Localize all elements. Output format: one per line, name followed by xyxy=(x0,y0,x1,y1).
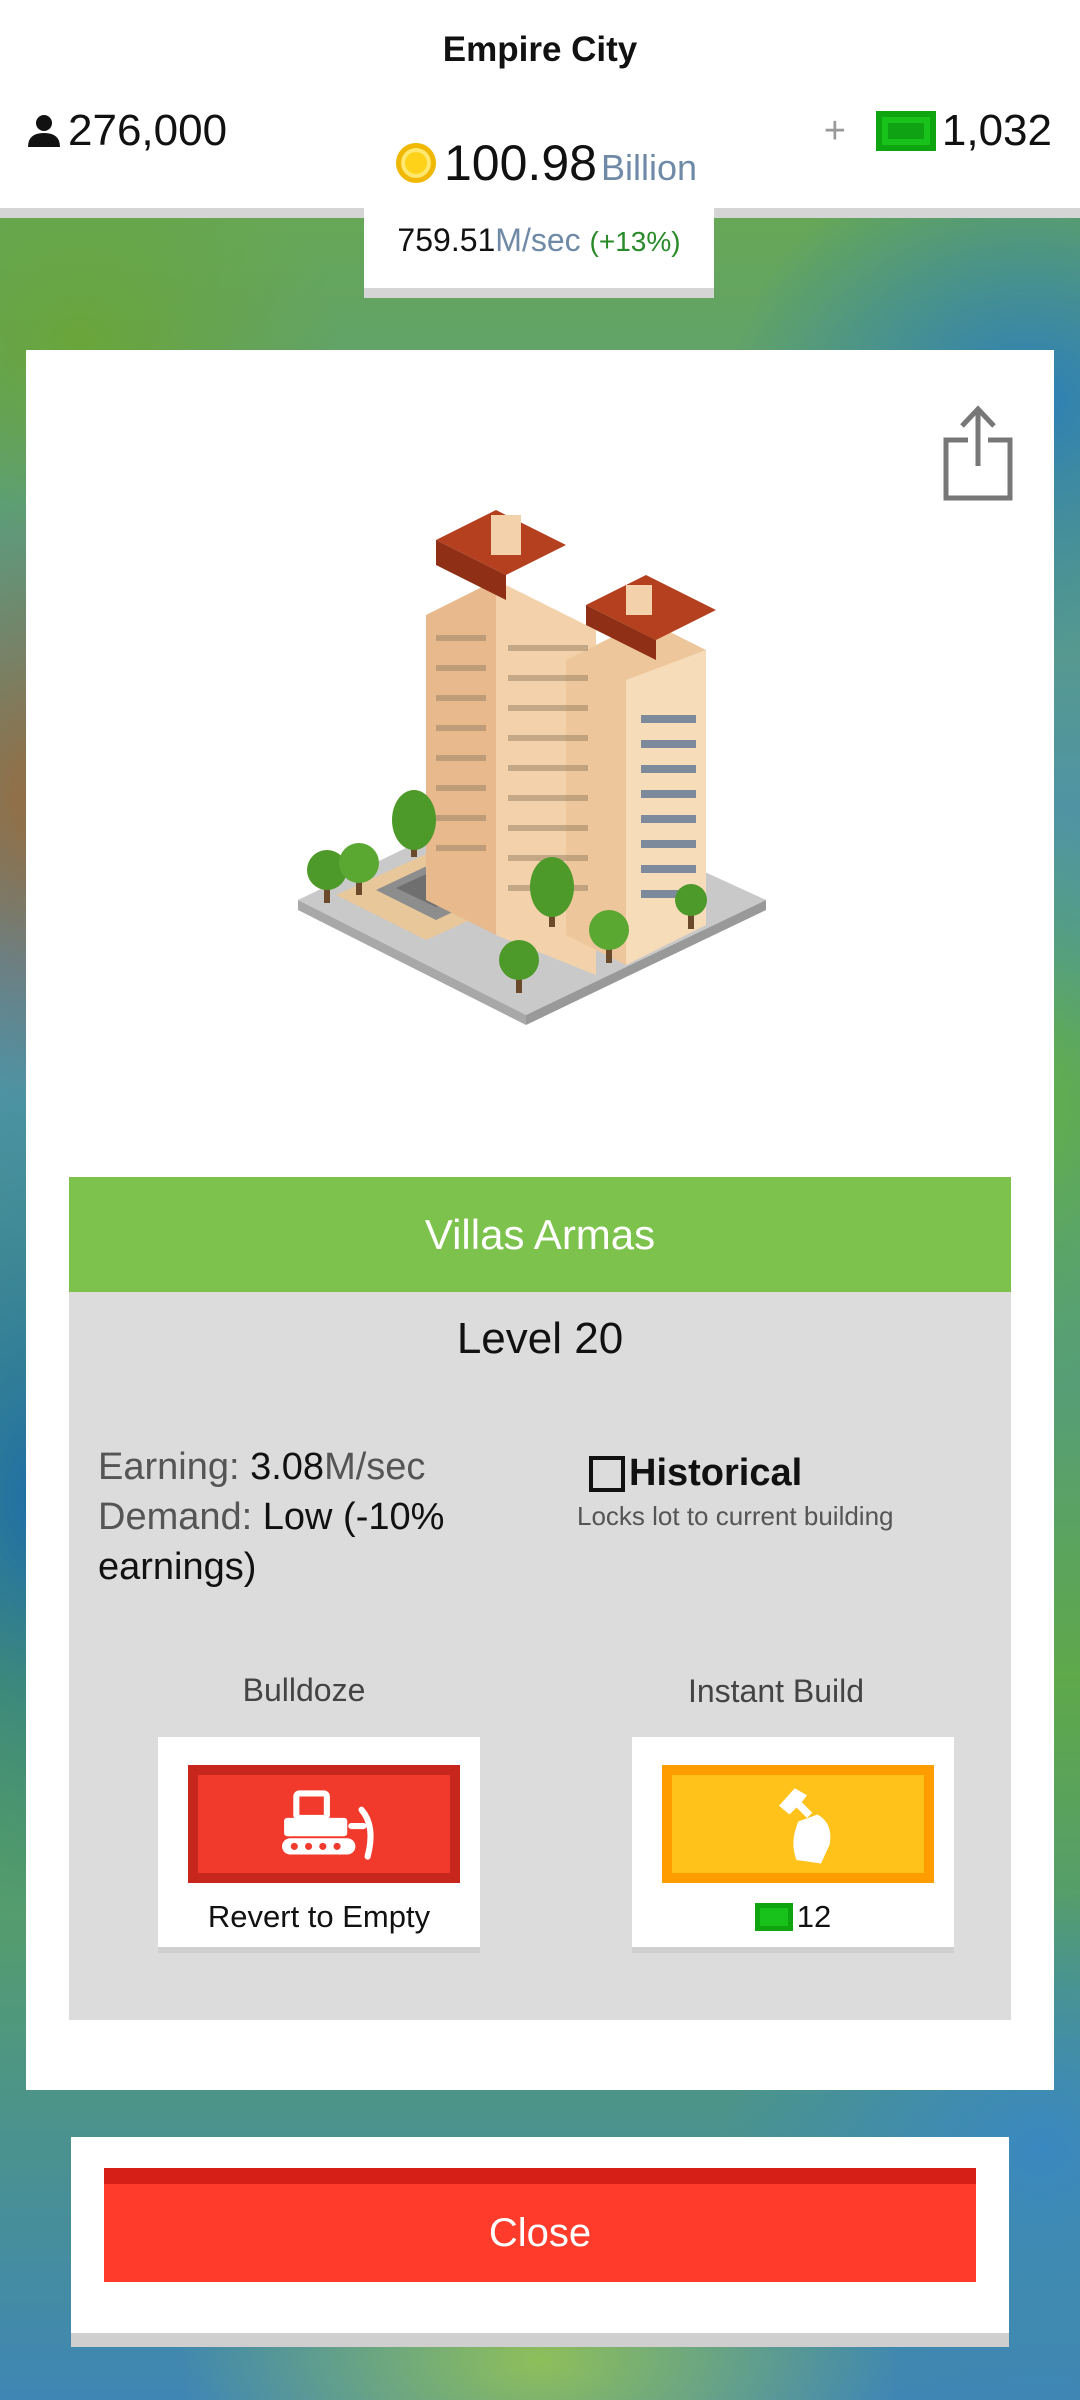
building-name: Villas Armas xyxy=(69,1177,1011,1292)
population-value: 276,000 xyxy=(68,106,228,155)
earning-value: 3.08 xyxy=(250,1446,325,1488)
bulldozer-icon xyxy=(282,1790,374,1860)
cash-icon xyxy=(875,111,936,151)
historical-description: Locks lot to current building xyxy=(577,1501,894,1531)
income-rate-tab: 759.51M/sec (+13%) xyxy=(364,208,714,298)
cash-icon xyxy=(754,1903,793,1931)
instant-cost-value: 12 xyxy=(796,1899,832,1934)
coins-unit: Billion xyxy=(600,147,697,188)
building-info-panel: Villas Armas Level 20 Earning: 3.08M/sec… xyxy=(26,350,1054,2090)
city-name: Empire City xyxy=(442,30,638,69)
building-details: Level 20 Earning: 3.08M/sec Demand: Low … xyxy=(69,1292,1011,2020)
hammer-icon xyxy=(779,1788,831,1864)
top-status-bar: Empire City 276,000 100.98 Billion + 1,0… xyxy=(0,0,1080,218)
coins-value: 100.98 xyxy=(444,135,597,191)
instant-build-label: Instant Build xyxy=(687,1673,865,1709)
earnings-info: Earning: 3.08M/sec Demand: Low (-10% ear… xyxy=(98,1442,498,1592)
share-icon[interactable] xyxy=(942,404,1014,502)
instant-build-cost: 12 xyxy=(632,1899,954,1935)
instant-build-card[interactable]: 12 xyxy=(632,1737,954,1947)
historical-option[interactable]: Historical Locks lot to current building xyxy=(577,1452,969,1532)
building-image xyxy=(298,510,766,1025)
rate-unit: M/sec xyxy=(495,222,581,258)
population-display: 276,000 xyxy=(26,106,227,156)
historical-checkbox[interactable] xyxy=(589,1455,625,1492)
instant-build-button[interactable] xyxy=(662,1765,934,1883)
add-cash-button[interactable]: + xyxy=(824,110,846,153)
close-button[interactable]: Close xyxy=(104,2168,976,2282)
close-button-container: Close xyxy=(71,2137,1009,2333)
cash-value: 1,032 xyxy=(941,106,1052,155)
revert-to-empty-label: Revert to Empty xyxy=(207,1899,431,1934)
rate-change: (+13%) xyxy=(589,226,681,257)
bulldoze-label: Bulldoze xyxy=(242,1672,366,1708)
person-icon xyxy=(28,115,60,147)
historical-label: Historical xyxy=(629,1452,803,1494)
earning-label: Earning: xyxy=(98,1446,240,1488)
earning-unit: M/sec xyxy=(324,1446,426,1488)
rate-value: 759.51 xyxy=(397,222,496,258)
coin-icon xyxy=(396,143,436,183)
building-level: Level 20 xyxy=(456,1314,624,1363)
cash-display[interactable]: + 1,032 xyxy=(824,106,1052,156)
bulldoze-button[interactable] xyxy=(188,1765,460,1883)
demand-label: Demand: xyxy=(98,1496,253,1538)
coins-display: 100.98 Billion xyxy=(396,134,697,192)
bulldoze-card[interactable]: Revert to Empty xyxy=(158,1737,480,1947)
